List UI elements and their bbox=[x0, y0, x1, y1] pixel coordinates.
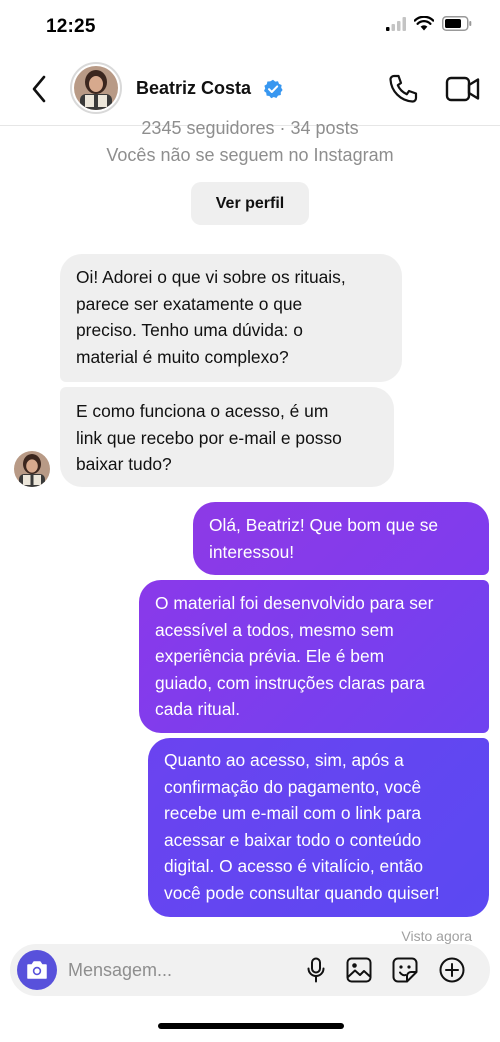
message-line: Olá, Beatriz! Que bom que se bbox=[209, 515, 439, 535]
message-composer bbox=[10, 944, 490, 996]
message-line: link que recebo por e-mail e posso bbox=[76, 427, 342, 448]
message-line: preciso. Tenho uma dúvida: o bbox=[76, 320, 303, 340]
status-icons bbox=[386, 16, 472, 31]
contact-name[interactable]: Beatriz Costa bbox=[136, 78, 251, 99]
message-line: guiado, com instruções claras para bbox=[155, 672, 425, 693]
video-call-button[interactable] bbox=[444, 72, 482, 106]
message-bubble-incoming[interactable]: Oi! Adorei o que vi sobre os rituais, pa… bbox=[60, 254, 402, 382]
chat-header: Beatriz Costa bbox=[0, 54, 500, 126]
voice-message-button[interactable] bbox=[302, 956, 330, 984]
home-indicator[interactable] bbox=[158, 1023, 344, 1029]
verified-badge-icon bbox=[264, 79, 283, 99]
message-line: recebe um e-mail com o link para bbox=[164, 803, 422, 823]
message-input[interactable] bbox=[68, 952, 288, 988]
sticker-button[interactable] bbox=[391, 956, 419, 984]
message-line: confirmação do pagamento, você bbox=[164, 776, 422, 797]
message-line: experiência prévia. Ele é bem bbox=[155, 646, 385, 666]
camera-icon bbox=[27, 961, 47, 979]
battery-icon bbox=[442, 16, 472, 31]
status-bar: 12:25 bbox=[0, 0, 500, 54]
contact-avatar[interactable] bbox=[70, 62, 122, 114]
signal-icon bbox=[386, 16, 406, 31]
message-line: interessou! bbox=[209, 541, 295, 562]
message-bubble-incoming[interactable]: E como funciona o acesso, é um link que … bbox=[60, 387, 394, 487]
sticker-icon bbox=[392, 957, 418, 983]
message-line: E como funciona o acesso, é um bbox=[76, 401, 329, 421]
message-line: acessível a todos, mesmo sem bbox=[155, 619, 394, 640]
message-line: parece ser exatamente o que bbox=[76, 293, 303, 314]
phone-icon bbox=[389, 74, 418, 103]
follow-status-note: Vocês não se seguem no Instagram bbox=[106, 145, 394, 165]
message-line: digital. O acesso é vitalício, então bbox=[164, 856, 424, 876]
gallery-button[interactable] bbox=[345, 956, 373, 984]
message-line: acessar e baixar todo o conteúdo bbox=[164, 829, 422, 850]
wifi-icon bbox=[414, 16, 434, 31]
message-line: baixar tudo? bbox=[76, 454, 172, 474]
profile-stats: 2345 seguidores · 34 posts bbox=[141, 118, 359, 138]
message-line: O material foi desenvolvido para ser bbox=[155, 593, 434, 613]
message-bubble-outgoing[interactable]: Quanto ao acesso, sim, após a confirmaçã… bbox=[148, 738, 489, 917]
sender-avatar[interactable] bbox=[14, 451, 50, 487]
back-button[interactable] bbox=[22, 72, 56, 106]
image-icon bbox=[346, 957, 372, 983]
camera-button[interactable] bbox=[17, 950, 57, 990]
back-arrow-icon bbox=[32, 75, 46, 103]
voice-call-button[interactable] bbox=[386, 72, 420, 106]
view-profile-button[interactable]: Ver perfil bbox=[191, 182, 309, 225]
message-line: Quanto ao acesso, sim, após a bbox=[164, 750, 404, 770]
message-bubble-outgoing[interactable]: O material foi desenvolvido para ser ace… bbox=[139, 580, 489, 733]
message-bubble-outgoing[interactable]: Olá, Beatriz! Que bom que se interessou! bbox=[193, 502, 489, 575]
message-line: cada ritual. bbox=[155, 699, 241, 719]
avatar-image bbox=[74, 66, 118, 110]
message-line: Oi! Adorei o que vi sobre os rituais, bbox=[76, 267, 346, 287]
more-options-button[interactable] bbox=[438, 956, 466, 984]
message-line: você pode consultar quando quiser! bbox=[164, 882, 440, 903]
plus-circle-icon bbox=[439, 957, 465, 983]
video-camera-icon bbox=[445, 76, 480, 102]
status-time: 12:25 bbox=[46, 16, 96, 37]
microphone-icon bbox=[307, 957, 325, 983]
seen-status: Visto agora bbox=[401, 928, 472, 944]
message-line: material é muito complexo? bbox=[76, 346, 289, 367]
